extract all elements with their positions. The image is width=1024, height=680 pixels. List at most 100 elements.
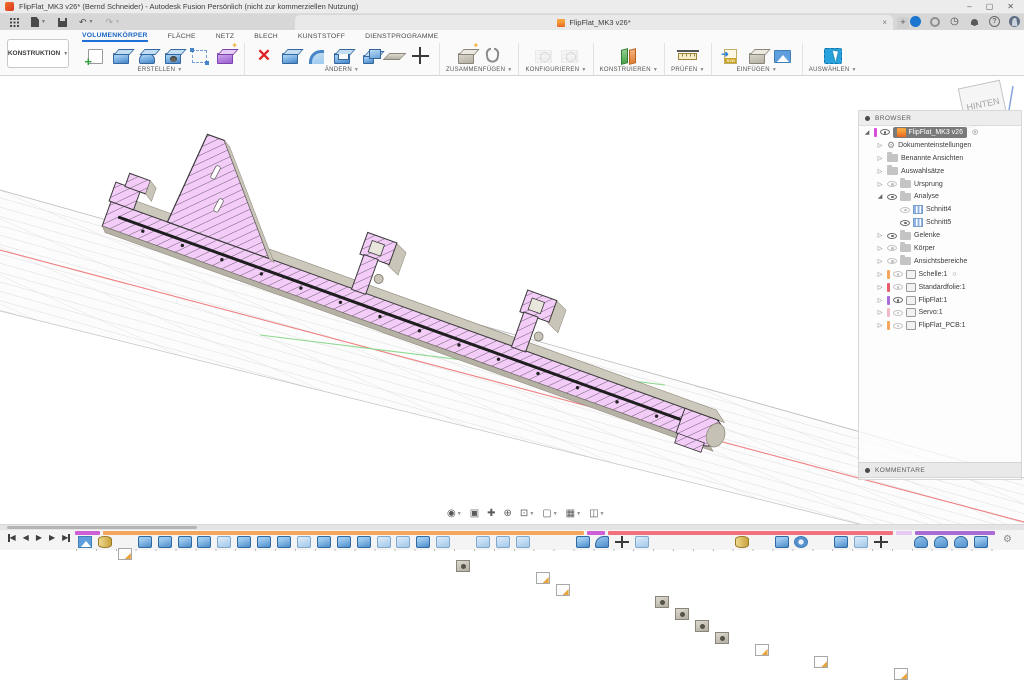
timeline-feature-loft-44[interactable]	[954, 536, 968, 548]
help-icon[interactable]: ?	[989, 16, 1000, 27]
timeline-feature-extl-7[interactable]	[217, 536, 231, 548]
browser-row-flipflat-1[interactable]: ▷FlipFlat:1	[859, 294, 1021, 307]
canvasimg-tool-button[interactable]	[771, 44, 795, 66]
visibility-off-icon[interactable]	[887, 245, 897, 251]
visibility-off-icon[interactable]	[893, 284, 903, 290]
timeline-feature-extl-22[interactable]	[516, 536, 530, 548]
timeline-feature-hole-32[interactable]	[715, 632, 729, 644]
move-tool-button[interactable]	[408, 44, 432, 66]
timeline-feature-loft-42[interactable]	[914, 536, 928, 548]
timeline-feature-loft-43[interactable]	[934, 536, 948, 548]
workspace-selector-button[interactable]: KONSTRUKTION▼	[7, 39, 69, 68]
new-tab-button[interactable]: +	[897, 17, 909, 29]
ribbon-tab-blech[interactable]: BLECH	[254, 33, 278, 41]
hole-tool-button[interactable]	[161, 44, 185, 66]
browser-panel-header[interactable]: BROWSER	[859, 111, 1021, 126]
ribbon-tab-volumenkörper[interactable]: VOLUMENKÖRPER	[82, 32, 148, 42]
revolve-tool-button[interactable]	[135, 44, 159, 66]
timeline-feature-extl-28[interactable]	[635, 536, 649, 548]
conf-tool-button[interactable]	[557, 44, 581, 66]
visibility-off-icon[interactable]	[887, 258, 897, 264]
notifications-icon[interactable]	[969, 16, 980, 27]
expander-closed-icon[interactable]: ▷	[876, 181, 884, 188]
browser-row-gelenke[interactable]: ▷Gelenke	[859, 229, 1021, 242]
timeline-feature-ext-12[interactable]	[317, 536, 331, 548]
expander-closed-icon[interactable]: ▷	[876, 309, 884, 316]
select-tool-button[interactable]	[821, 44, 845, 66]
offset-tool-button[interactable]	[382, 44, 406, 66]
browser-row-schnitt4[interactable]: Schnitt4	[859, 203, 1021, 216]
timeline-feature-cyl-1[interactable]	[98, 536, 112, 548]
qat-save-button[interactable]	[54, 18, 71, 27]
points-tool-button[interactable]	[187, 44, 211, 66]
insertmesh-tool-button[interactable]	[745, 44, 769, 66]
timeline-feature-ext-10[interactable]	[277, 536, 291, 548]
ribbon-group-label[interactable]: EINFÜGEN ▼	[736, 67, 777, 73]
history-icon[interactable]: ◷	[949, 16, 960, 27]
browser-row-ansichtsbereiche[interactable]: ▷Ansichtsbereiche	[859, 255, 1021, 268]
browser-row-dokumenteinstellungen[interactable]: ▷⚙Dokumenteinstellungen	[859, 139, 1021, 152]
visibility-off-icon[interactable]	[900, 207, 910, 213]
timeline-feature-ext-35[interactable]	[775, 536, 789, 548]
timeline-feature-hole-30[interactable]	[675, 608, 689, 620]
measure-tool-button[interactable]	[676, 44, 700, 66]
ribbon-tab-netz[interactable]: NETZ	[216, 33, 235, 41]
ribbon-group-label[interactable]: ÄNDERN ▼	[325, 67, 359, 73]
ribbon-group-label[interactable]: ERSTELLEN ▼	[138, 67, 183, 73]
timeline-feature-ext-25[interactable]	[576, 536, 590, 548]
expander-open-icon[interactable]: ◢	[863, 129, 871, 136]
expander-closed-icon[interactable]: ▷	[876, 322, 884, 329]
browser-row-ursprung[interactable]: ▷Ursprung	[859, 178, 1021, 191]
timeline-feature-gear-36[interactable]	[794, 536, 808, 548]
insertsvg-tool-button[interactable]	[719, 44, 743, 66]
presspull-tool-button[interactable]	[278, 44, 302, 66]
expander-closed-icon[interactable]: ▷	[876, 168, 884, 175]
tab-close-icon[interactable]: ×	[882, 18, 887, 27]
timeline-feature-extl-16[interactable]	[396, 536, 410, 548]
browser-row-auswahls-tze[interactable]: ▷Auswahlsätze	[859, 165, 1021, 178]
timeline-feature-ext-9[interactable]	[257, 536, 271, 548]
timeline-feature-ext-4[interactable]	[158, 536, 172, 548]
joint-tool-button[interactable]	[480, 44, 504, 66]
job-status-icon[interactable]	[910, 16, 921, 27]
timeline-feature-ext-5[interactable]	[178, 536, 192, 548]
conf-tool-button[interactable]	[531, 44, 555, 66]
drawing-indicator-icon[interactable]: ○	[952, 271, 956, 278]
expander-closed-icon[interactable]: ▷	[876, 155, 884, 162]
viewport-3d[interactable]: HINTEN BROWSER ◢FlipFlat_MK3 v26◎▷⚙Dokum…	[0, 76, 1024, 550]
timeline-feature-move-40[interactable]	[874, 536, 888, 548]
orbit-button[interactable]: ◉▼	[444, 508, 465, 519]
visibility-on-icon[interactable]	[893, 297, 903, 303]
shell-tool-button[interactable]	[330, 44, 354, 66]
ribbon-group-label[interactable]: ZUSAMMENFÜGEN ▼	[446, 67, 512, 73]
sketch-tool-button[interactable]	[83, 44, 107, 66]
timeline-feature-ext-45[interactable]	[974, 536, 988, 548]
browser-row-analyse[interactable]: ◢Analyse	[859, 190, 1021, 203]
browser-row-flipflat-pcb-1[interactable]: ▷FlipFlat_PCB:1	[859, 319, 1021, 332]
look-at-button[interactable]: ▣	[467, 508, 482, 519]
timeline-feature-extl-11[interactable]	[297, 536, 311, 548]
expander-closed-icon[interactable]: ▷	[876, 142, 884, 149]
delete-tool-button[interactable]: ✕	[252, 44, 276, 66]
ribbon-group-label[interactable]: KONFIGURIEREN ▼	[525, 67, 586, 73]
extensions-icon[interactable]	[930, 17, 940, 27]
timeline-feature-hole-19[interactable]	[456, 560, 470, 572]
ext-tool-button[interactable]	[109, 44, 133, 66]
browser-row-k-rper[interactable]: ▷Körper	[859, 242, 1021, 255]
timeline-feature-hole-29[interactable]	[655, 596, 669, 608]
visibility-on-icon[interactable]	[880, 129, 890, 135]
ribbon-group-label[interactable]: PRÜFEN ▼	[671, 67, 705, 73]
ribbon-group-label[interactable]: AUSWÄHLEN ▼	[809, 67, 857, 73]
timeline-feature-cyl-33[interactable]	[735, 536, 749, 548]
browser-row-standardfolie-1[interactable]: ▷Standardfolie:1	[859, 281, 1021, 294]
timeline-feature-sketch-34[interactable]	[755, 644, 769, 656]
timeline-feature-extl-15[interactable]	[377, 536, 391, 548]
expander-closed-icon[interactable]: ▷	[876, 245, 884, 252]
ribbon-tab-dienstprogramme[interactable]: DIENSTPROGRAMME	[365, 33, 438, 41]
minimize-button[interactable]: –	[967, 2, 971, 11]
qat-undo-button[interactable]: ↶▼	[75, 17, 98, 28]
ground-to-parent-icon[interactable]: ◎	[972, 128, 978, 136]
ribbon-group-label[interactable]: KONSTRUIEREN ▼	[600, 67, 659, 73]
timeline-feature-hole-31[interactable]	[695, 620, 709, 632]
visibility-off-icon[interactable]	[893, 271, 903, 277]
